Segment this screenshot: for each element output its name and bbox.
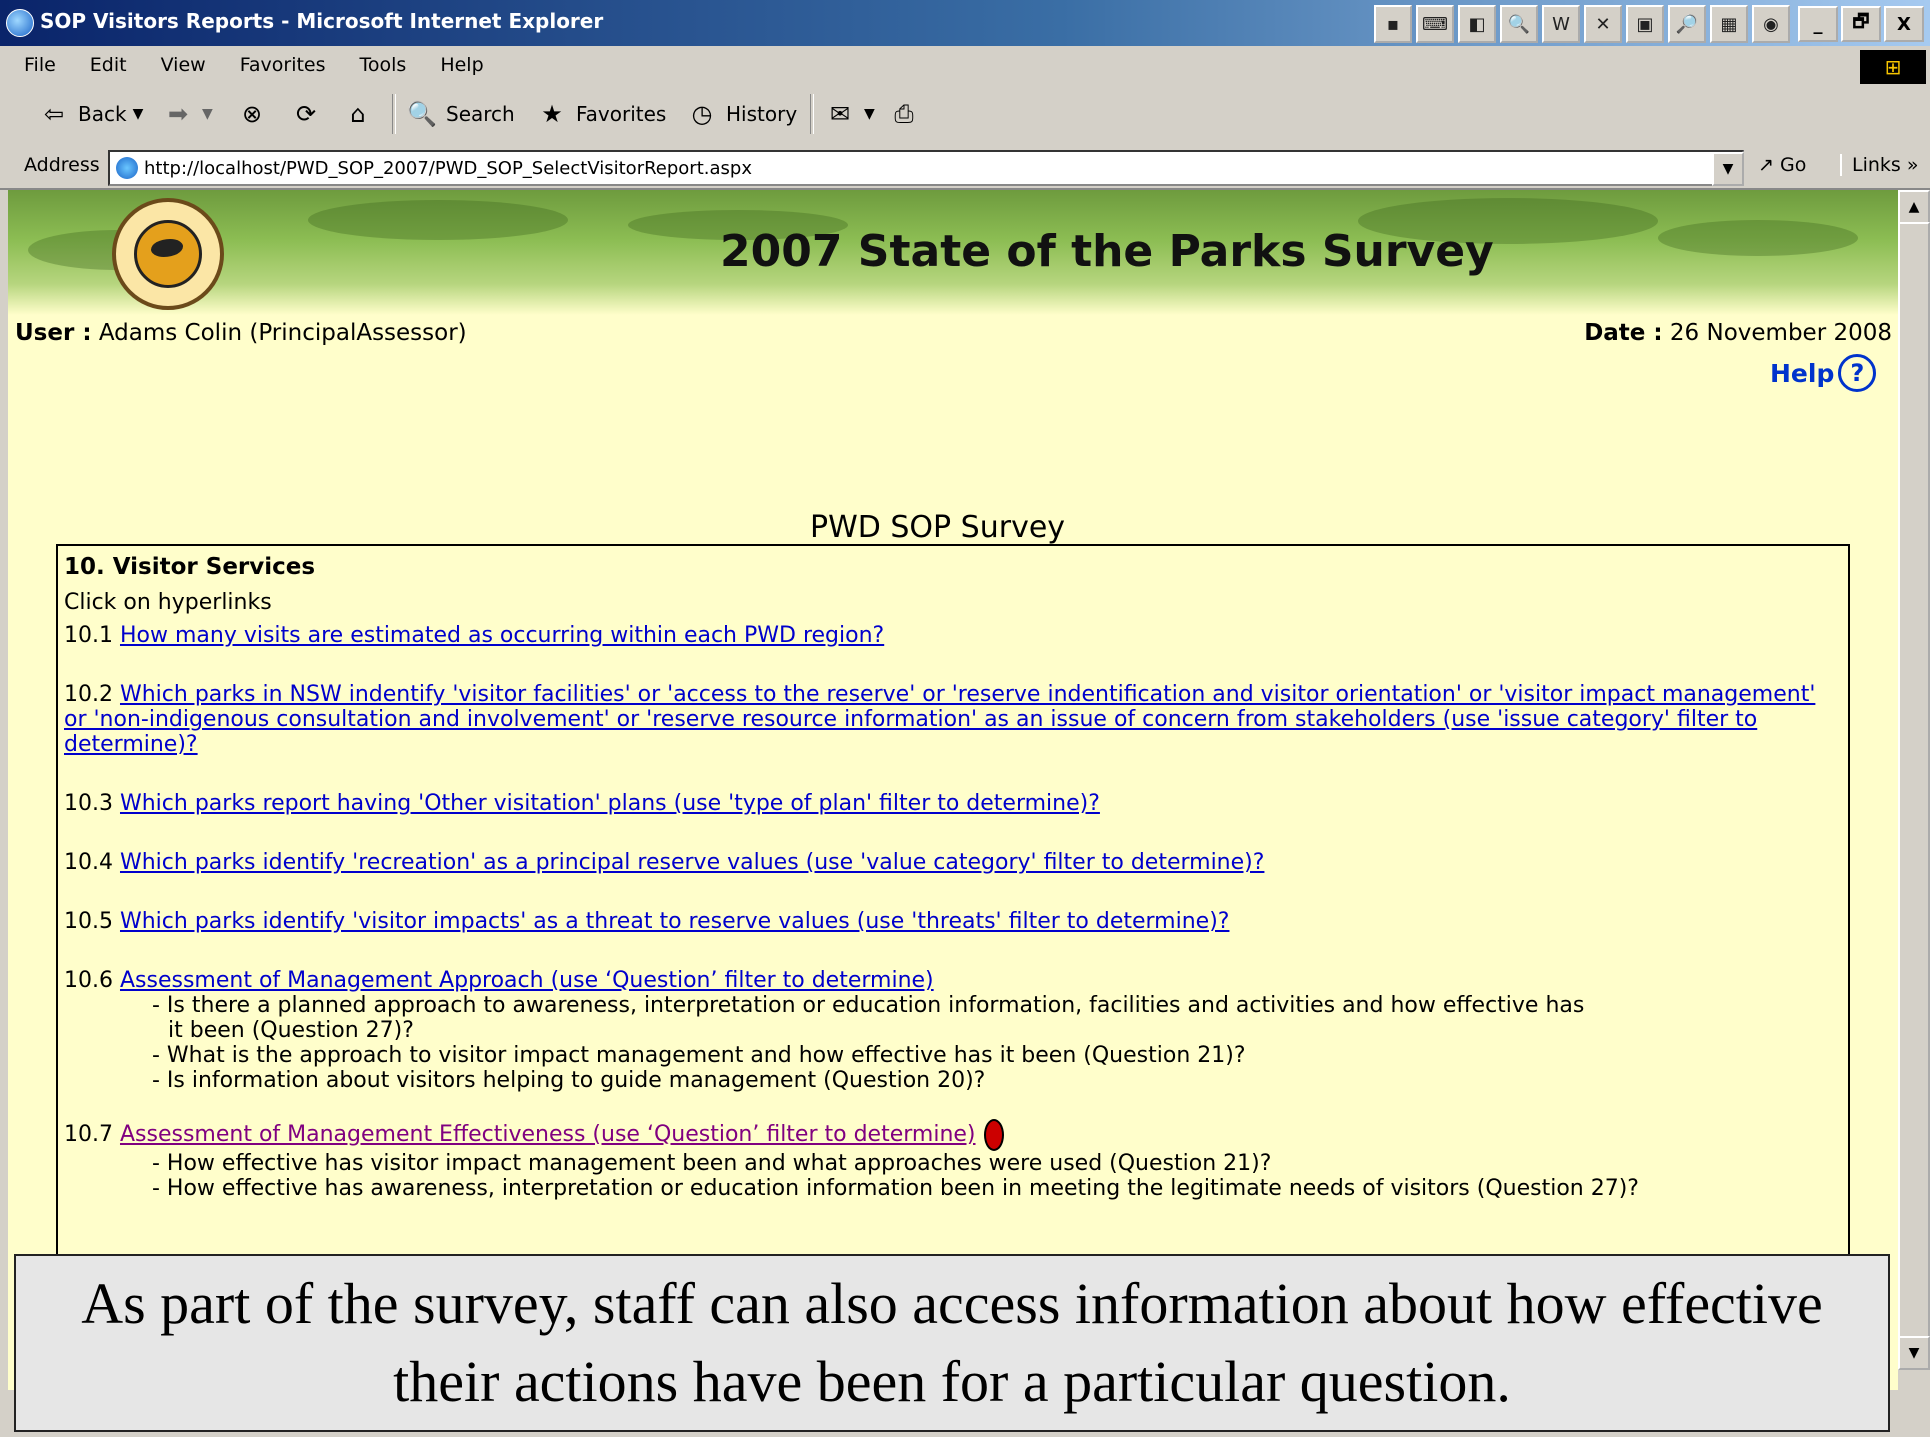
tray-icon[interactable]: 🔎 bbox=[1668, 5, 1706, 43]
dropdown-icon: ▼ bbox=[202, 106, 213, 122]
menu-tools[interactable]: Tools bbox=[356, 54, 411, 76]
menu-help[interactable]: Help bbox=[436, 54, 487, 76]
address-input[interactable]: http://localhost/PWD_SOP_2007/PWD_SOP_Se… bbox=[108, 150, 1744, 186]
history-icon: ◷ bbox=[691, 100, 713, 128]
favorites-button[interactable]: ★ Favorites bbox=[534, 94, 666, 134]
favorites-icon: ★ bbox=[541, 100, 563, 128]
dropdown-icon: ▼ bbox=[132, 106, 144, 122]
section-heading: 10. Visitor Services bbox=[64, 554, 316, 580]
question-10-6: 10.6 Assessment of Management Approach (… bbox=[64, 968, 1834, 1093]
address-label: Address bbox=[24, 154, 100, 176]
window-title: SOP Visitors Reports - Microsoft Interne… bbox=[40, 9, 604, 33]
back-button[interactable]: ⇦ Back ▼ bbox=[36, 94, 143, 134]
address-url: http://localhost/PWD_SOP_2007/PWD_SOP_Se… bbox=[144, 157, 752, 179]
standard-toolbar: ⇦ Back ▼ ➡ ▼ ⊗ ⟳ ⌂ 🔍 Search ★ Favorites … bbox=[0, 86, 1930, 145]
links-button[interactable]: Links » bbox=[1840, 154, 1918, 176]
question-10-3: 10.3 Which parks report having 'Other vi… bbox=[64, 791, 1100, 816]
sub-item: - Is there a planned approach to awarene… bbox=[152, 993, 1585, 1018]
survey-title: PWD SOP Survey bbox=[810, 510, 1066, 545]
window-title-bar[interactable]: SOP Visitors Reports - Microsoft Interne… bbox=[0, 0, 1930, 46]
question-link[interactable]: Which parks report having 'Other visitat… bbox=[120, 791, 1100, 816]
address-dropdown-button[interactable]: ▼ bbox=[1712, 152, 1744, 186]
menu-bar: File Edit View Favorites Tools Help ⊞ bbox=[0, 46, 1930, 87]
home-button[interactable]: ⌂ bbox=[340, 94, 376, 134]
go-button[interactable]: ↗ Go bbox=[1758, 154, 1806, 176]
refresh-button[interactable]: ⟳ bbox=[288, 94, 324, 134]
tray-icon[interactable]: ▣ bbox=[1626, 5, 1664, 43]
restore-button[interactable]: 🗗 bbox=[1841, 6, 1881, 42]
windows-logo-icon: ⊞ bbox=[1860, 50, 1926, 84]
tray-icon[interactable]: ◉ bbox=[1752, 5, 1790, 43]
date-info: Date : 26 November 2008 bbox=[1584, 320, 1892, 346]
tray-icon[interactable]: ▦ bbox=[1710, 5, 1748, 43]
banner-title: 2007 State of the Parks Survey bbox=[720, 226, 1494, 277]
tray-icon[interactable]: ▪ bbox=[1374, 5, 1412, 43]
scroll-down-icon[interactable]: ▼ bbox=[1898, 1336, 1930, 1370]
instruction-text: Click on hyperlinks bbox=[64, 590, 272, 615]
stop-icon: ⊗ bbox=[241, 100, 263, 128]
window-controls: _ 🗗 X bbox=[1798, 6, 1924, 42]
question-10-2: 10.2 Which parks in NSW indentify 'visit… bbox=[64, 682, 1816, 757]
caption-text: As part of the survey, staff can also ac… bbox=[81, 1271, 1823, 1414]
ie-icon bbox=[6, 9, 34, 37]
sub-item: - How effective has awareness, interpret… bbox=[152, 1176, 1639, 1201]
question-10-1: 10.1 How many visits are estimated as oc… bbox=[64, 623, 885, 648]
tray-icon[interactable]: ⌨ bbox=[1416, 5, 1454, 43]
close-button[interactable]: X bbox=[1884, 6, 1924, 42]
page-icon bbox=[116, 157, 138, 179]
question-link[interactable]: How many visits are estimated as occurri… bbox=[120, 623, 884, 648]
tray-icon[interactable]: W bbox=[1542, 5, 1580, 43]
print-icon: ⎙ bbox=[894, 100, 914, 128]
scroll-thumb[interactable] bbox=[1898, 222, 1930, 1346]
question-10-4: 10.4 Which parks identify 'recreation' a… bbox=[64, 850, 1265, 875]
help-link[interactable]: Help ? bbox=[1770, 354, 1877, 392]
question-link[interactable]: Which parks identify 'recreation' as a p… bbox=[120, 850, 1264, 875]
search-icon: 🔍 bbox=[407, 100, 437, 128]
vertical-scrollbar[interactable]: ▲ ▼ bbox=[1898, 190, 1930, 1370]
refresh-icon: ⟳ bbox=[295, 100, 317, 128]
menu-file[interactable]: File bbox=[20, 54, 60, 76]
stop-button[interactable]: ⊗ bbox=[234, 94, 270, 134]
print-button[interactable]: ⎙ bbox=[886, 94, 922, 134]
header-banner: 2007 State of the Parks Survey bbox=[8, 190, 1898, 315]
sub-item: it been (Question 27)? bbox=[168, 1018, 414, 1043]
sub-item: - Is information about visitors helping … bbox=[152, 1068, 986, 1093]
tray-icon[interactable]: 🔍 bbox=[1500, 5, 1538, 43]
menu-favorites[interactable]: Favorites bbox=[236, 54, 330, 76]
tray-icon[interactable]: ◧ bbox=[1458, 5, 1496, 43]
help-icon: ? bbox=[1838, 354, 1877, 392]
scroll-up-icon[interactable]: ▲ bbox=[1898, 190, 1930, 224]
mail-icon: ✉ bbox=[829, 100, 851, 128]
mail-button[interactable]: ✉ ▼ bbox=[822, 94, 875, 134]
question-link[interactable]: Assessment of Management Effectiveness (… bbox=[120, 1122, 976, 1147]
sub-item: - What is the approach to visitor impact… bbox=[152, 1043, 1246, 1068]
address-bar: Address http://localhost/PWD_SOP_2007/PW… bbox=[0, 144, 1930, 190]
sub-item: - How effective has visitor impact manag… bbox=[152, 1151, 1272, 1176]
forward-arrow-icon: ➡ bbox=[167, 100, 189, 128]
forward-button[interactable]: ➡ ▼ bbox=[160, 94, 213, 134]
user-info: User : Adams Colin (PrincipalAssessor) bbox=[15, 320, 467, 346]
menu-view[interactable]: View bbox=[157, 54, 210, 76]
search-button[interactable]: 🔍 Search bbox=[404, 94, 515, 134]
go-arrow-icon: ↗ bbox=[1758, 154, 1774, 176]
tray-icon[interactable]: ✕ bbox=[1584, 5, 1622, 43]
history-button[interactable]: ◷ History bbox=[684, 94, 798, 134]
minimize-button[interactable]: _ bbox=[1798, 6, 1838, 42]
npws-logo bbox=[112, 198, 224, 310]
question-link[interactable]: Which parks identify 'visitor impacts' a… bbox=[120, 909, 1229, 934]
menu-edit[interactable]: Edit bbox=[86, 54, 131, 76]
dropdown-icon: ▼ bbox=[864, 106, 875, 122]
question-link[interactable]: Which parks in NSW indentify 'visitor fa… bbox=[64, 682, 1815, 757]
question-10-5: 10.5 Which parks identify 'visitor impac… bbox=[64, 909, 1230, 934]
question-link[interactable]: Assessment of Management Approach (use ‘… bbox=[120, 968, 934, 993]
caption-box: As part of the survey, staff can also ac… bbox=[14, 1254, 1890, 1432]
home-icon: ⌂ bbox=[350, 100, 366, 128]
taskbar-tray-icons: ▪ ⌨ ◧ 🔍 W ✕ ▣ 🔎 ▦ ◉ bbox=[1374, 5, 1790, 43]
question-10-7: 10.7 Assessment of Management Effectiven… bbox=[64, 1119, 1834, 1201]
back-arrow-icon: ⇦ bbox=[43, 100, 65, 128]
pointer-marker-icon bbox=[983, 1119, 1004, 1151]
page-viewport: 2007 State of the Parks Survey User : Ad… bbox=[8, 190, 1898, 1390]
